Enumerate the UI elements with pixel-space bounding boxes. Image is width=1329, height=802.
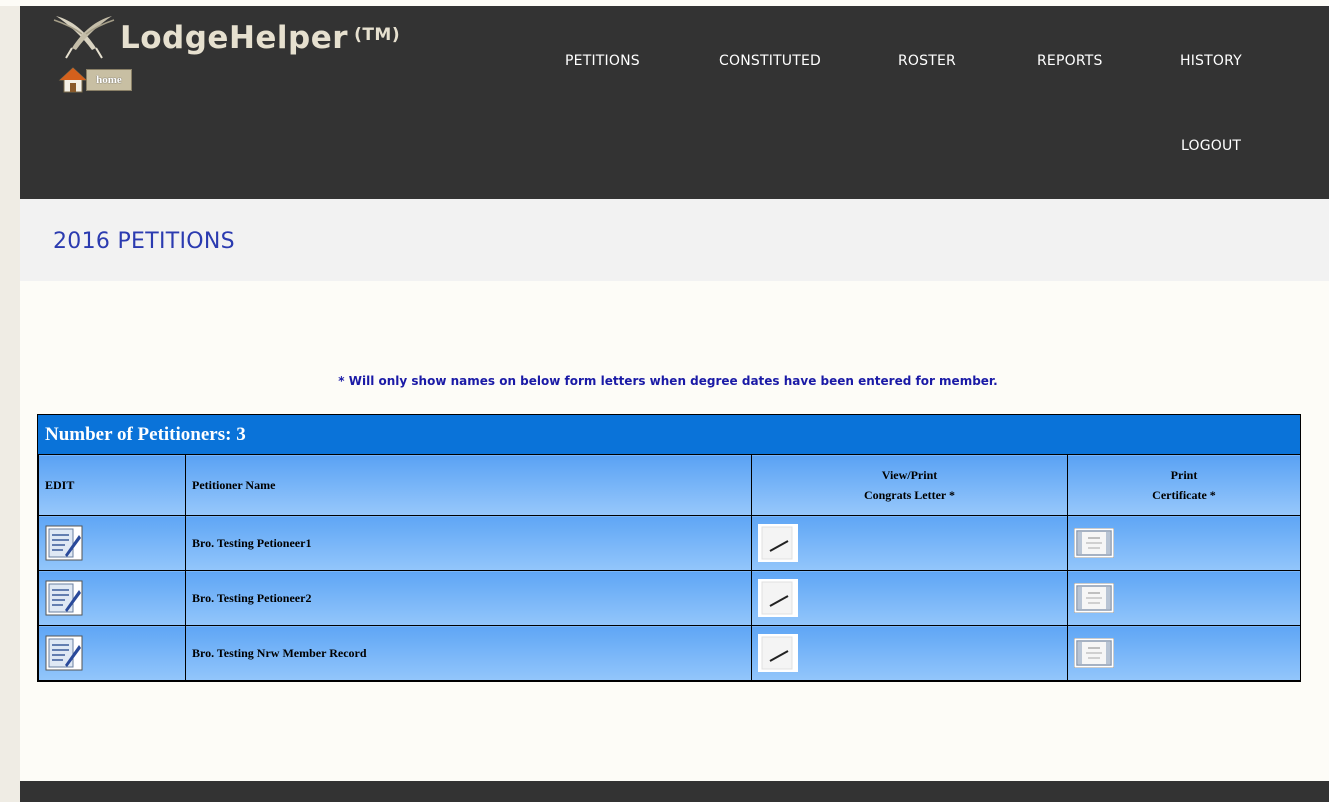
notice-text: * Will only show names on below form let… [338,374,998,388]
pen-letter-icon[interactable] [758,524,798,562]
edit-record-icon[interactable] [45,635,83,671]
logo-text: LodgeHelper (TM) [120,20,401,56]
header-cert-line2: Certificate * [1152,488,1216,502]
letter-cell [751,625,1068,681]
nav-petitions[interactable]: PETITIONS [565,53,640,69]
page: LodgeHelper (TM) home PETITIONS CONSTITUT… [20,0,1329,802]
edit-record-icon[interactable] [45,525,83,561]
letter-cell [751,515,1068,571]
pen-letter-icon[interactable] [758,634,798,672]
home-label: home [86,69,132,91]
header-letter-line1: View/Print [881,468,938,482]
petitioner-name: Bro. Testing Nrw Member Record [185,625,752,681]
certificate-cell [1067,625,1301,681]
petitioners-grid: Number of Petitioners: 3 EDIT Petitioner… [37,414,1301,682]
nav-logout[interactable]: LOGOUT [1181,138,1241,154]
table-row: Bro. Testing Petioneer2 [38,570,1301,626]
header-certificate: Print Certificate * [1067,454,1301,516]
certificate-cell [1067,515,1301,571]
nav-history[interactable]: HISTORY [1180,53,1242,69]
home-button[interactable]: home [58,65,132,93]
edit-cell [38,515,186,571]
edit-cell [38,570,186,626]
table-row: Bro. Testing Nrw Member Record [38,625,1301,681]
header-petitioner-name: Petitioner Name [185,454,752,516]
title-band: 2016 PETITIONS [20,199,1329,281]
certificate-cell [1067,570,1301,626]
pen-letter-icon[interactable] [758,579,798,617]
home-icon [58,67,88,93]
nav-roster[interactable]: ROSTER [898,53,956,69]
page-title: 2016 PETITIONS [53,229,235,254]
petitioners-table: EDIT Petitioner Name View/Print Congrats… [38,454,1301,681]
grid-title: Number of Petitioners: 3 [38,415,1300,454]
table-header-row: EDIT Petitioner Name View/Print Congrats… [38,454,1301,516]
header-cert-line1: Print [1170,468,1198,482]
logo[interactable]: LodgeHelper (TM) [52,14,412,64]
letter-cell [751,570,1068,626]
certificate-icon[interactable] [1074,583,1114,613]
certificate-icon[interactable] [1074,528,1114,558]
petitioner-name: Bro. Testing Petioneer2 [185,570,752,626]
header-edit: EDIT [38,454,186,516]
feather-logo-icon [53,16,115,59]
header-letter-line2: Congrats Letter * [863,488,956,502]
site-footer [20,781,1329,802]
certificate-icon[interactable] [1074,638,1114,668]
logo-trademark: (TM) [354,25,401,45]
header-congrats-letter: View/Print Congrats Letter * [751,454,1068,516]
nav-reports[interactable]: REPORTS [1037,53,1103,69]
table-row: Bro. Testing Petioneer1 [38,515,1301,571]
petitioner-name: Bro. Testing Petioneer1 [185,515,752,571]
edit-cell [38,625,186,681]
site-header: LodgeHelper (TM) home PETITIONS CONSTITUT… [20,6,1329,199]
edit-record-icon[interactable] [45,580,83,616]
nav-constituted[interactable]: CONSTITUTED [719,53,821,69]
